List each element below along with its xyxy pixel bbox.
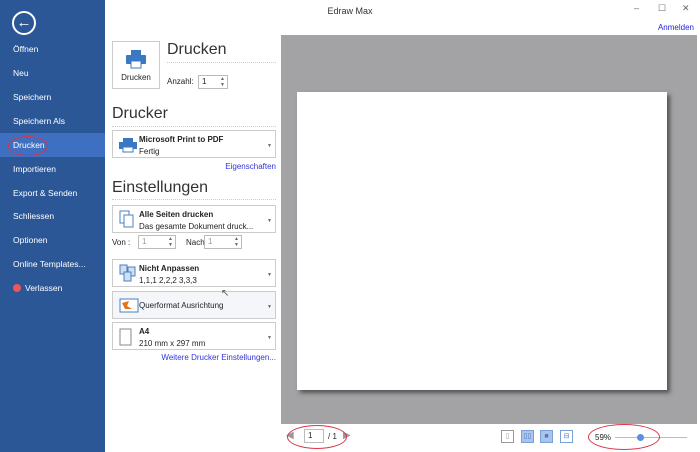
exit-label: Verlassen xyxy=(25,283,63,293)
pages-select[interactable]: Alle Seiten drucken Das gesamte Dokument… xyxy=(112,205,276,233)
sidebar-item-open[interactable]: Öffnen xyxy=(0,37,105,61)
printer-name: Microsoft Print to PDF xyxy=(139,135,224,144)
pages-title: Alle Seiten drucken xyxy=(139,210,214,219)
login-link[interactable]: Anmelden xyxy=(658,23,694,32)
zoom-slider-handle[interactable] xyxy=(637,434,645,441)
zoom-level: 59% xyxy=(595,433,612,442)
to-input[interactable]: 1 ▲ ▼ xyxy=(204,235,242,249)
printer-heading: Drucker xyxy=(112,105,169,122)
sidebar-item-new[interactable]: Neu xyxy=(0,61,105,85)
sidebar-item-options[interactable]: Optionen xyxy=(0,228,105,252)
orientation-label: Querformat Ausrichtung xyxy=(139,301,224,310)
minimize-button[interactable]: – xyxy=(634,3,639,13)
two-page-view-icon[interactable]: ▯▯ xyxy=(521,430,534,443)
printer-status: Fertig xyxy=(139,147,160,156)
paper-size-select[interactable]: A4 210 mm x 297 mm ▼ xyxy=(112,322,276,350)
from-label: Von : xyxy=(112,238,131,247)
close-button[interactable]: ✕ xyxy=(682,3,690,14)
single-page-view-icon[interactable]: ▯ xyxy=(501,430,514,443)
printer-select[interactable]: Microsoft Print to PDF Fertig ▼ xyxy=(112,130,276,158)
preview-footer: ◀ 1 / 1 ▶ ▯ ▯▯ ■ ⊟ 59% xyxy=(281,424,697,452)
window-title: Edraw Max xyxy=(327,6,373,16)
collate-icon xyxy=(119,264,136,282)
more-printer-settings-link[interactable]: Weitere Drucker Einstellungen... xyxy=(161,353,276,362)
copies-label: Anzahl: xyxy=(167,77,194,86)
fit-page-view-icon[interactable]: ■ xyxy=(540,430,553,443)
sidebar-item-save-as[interactable]: Speichern Als xyxy=(0,109,105,133)
paper-title: A4 xyxy=(139,327,150,336)
sidebar-item-print[interactable]: Drucken xyxy=(0,133,105,157)
page-total: / 1 xyxy=(328,432,337,441)
print-preview xyxy=(281,35,697,424)
sidebar-item-exit[interactable]: Verlassen xyxy=(0,276,105,300)
exit-icon xyxy=(13,284,21,292)
print-heading: Drucken xyxy=(167,41,227,58)
mouse-cursor-icon: ↖ xyxy=(221,288,230,299)
sidebar-item-export[interactable]: Export & Senden xyxy=(0,181,105,205)
collate-title: Nicht Anpassen xyxy=(139,264,200,273)
preview-page xyxy=(297,92,667,390)
sidebar: ← Öffnen Neu Speichern Speichern Als Dru… xyxy=(0,0,105,452)
print-button[interactable]: Drucken xyxy=(112,41,160,89)
properties-link[interactable]: Eigenschaften xyxy=(225,162,276,171)
to-label: Nach xyxy=(186,238,205,247)
copies-input[interactable]: 1 ▲ ▼ xyxy=(198,75,228,89)
collate-select[interactable]: Nicht Anpassen 1,1,1 2,2,2 3,3,3 ▼ xyxy=(112,259,276,287)
print-button-label: Drucken xyxy=(121,73,151,82)
maximize-button[interactable]: ☐ xyxy=(658,3,666,14)
next-page-icon[interactable]: ▶ xyxy=(343,430,351,441)
zoom-slider[interactable] xyxy=(615,434,687,441)
settings-heading: Einstellungen xyxy=(112,179,209,196)
fit-width-view-icon[interactable]: ⊟ xyxy=(560,430,573,443)
pages-icon xyxy=(119,210,134,228)
sidebar-item-save[interactable]: Speichern xyxy=(0,85,105,109)
orientation-icon xyxy=(119,298,139,313)
sidebar-item-online-templates[interactable]: Online Templates... xyxy=(0,252,105,276)
printer-icon xyxy=(119,138,137,153)
sidebar-item-close[interactable]: Schliessen xyxy=(0,204,105,228)
prev-page-icon[interactable]: ◀ xyxy=(286,430,294,441)
from-input[interactable]: 1 ▲ ▼ xyxy=(138,235,176,249)
sidebar-item-import[interactable]: Importieren xyxy=(0,157,105,181)
paper-icon xyxy=(119,328,132,346)
collate-subtitle: 1,1,1 2,2,2 3,3,3 xyxy=(139,276,197,285)
orientation-select[interactable]: Querformat Ausrichtung ▼ xyxy=(112,291,276,319)
page-input[interactable]: 1 xyxy=(304,429,324,443)
pages-subtitle: Das gesamte Dokument druck... xyxy=(139,222,254,231)
printer-icon xyxy=(126,50,146,69)
paper-subtitle: 210 mm x 297 mm xyxy=(139,339,206,348)
